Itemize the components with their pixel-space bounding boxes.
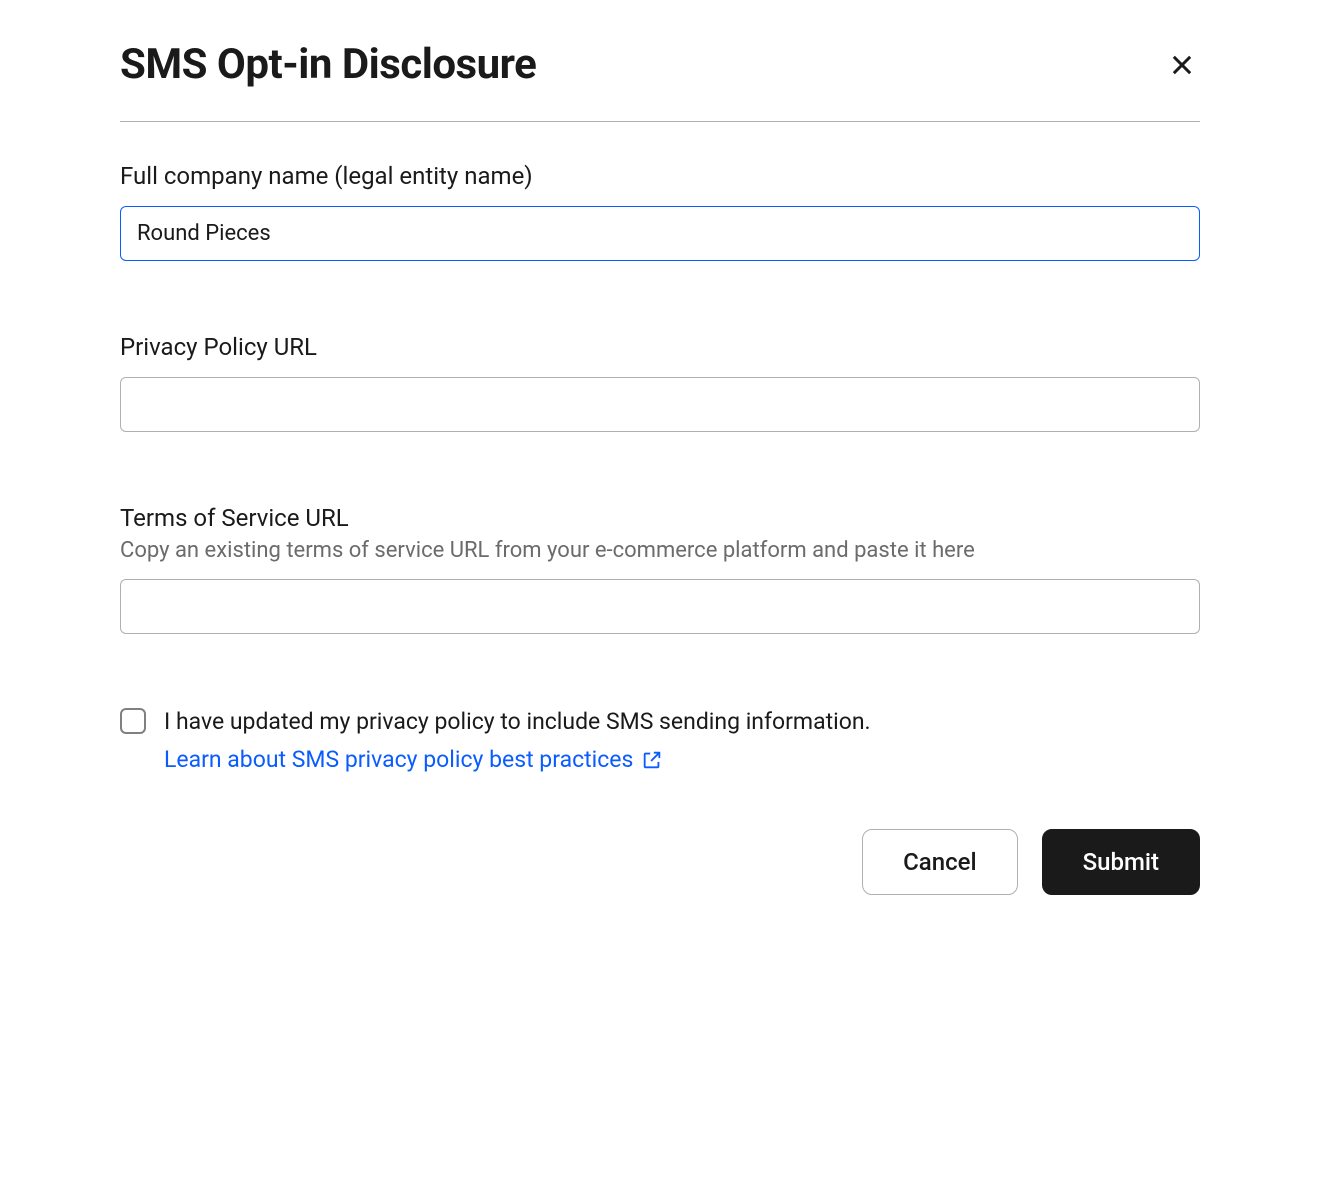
company-name-label: Full company name (legal entity name) [120, 162, 1200, 190]
button-row: Cancel Submit [120, 829, 1200, 895]
company-name-group: Full company name (legal entity name) [120, 162, 1200, 261]
consent-label: I have updated my privacy policy to incl… [164, 706, 1200, 738]
close-icon [1168, 51, 1196, 79]
modal-title: SMS Opt-in Disclosure [120, 40, 536, 89]
external-link-icon [641, 749, 663, 771]
learn-more-text: Learn about SMS privacy policy best prac… [164, 746, 633, 773]
learn-more-link[interactable]: Learn about SMS privacy policy best prac… [164, 746, 663, 773]
terms-of-service-input[interactable] [120, 579, 1200, 634]
privacy-policy-label: Privacy Policy URL [120, 333, 1200, 361]
privacy-policy-input[interactable] [120, 377, 1200, 432]
terms-of-service-group: Terms of Service URL Copy an existing te… [120, 504, 1200, 634]
sms-optin-modal: SMS Opt-in Disclosure Full company name … [120, 40, 1200, 895]
terms-of-service-helper: Copy an existing terms of service URL fr… [120, 538, 1200, 563]
consent-checkbox[interactable] [120, 708, 146, 734]
cancel-button[interactable]: Cancel [862, 829, 1017, 895]
company-name-input[interactable] [120, 206, 1200, 261]
submit-button[interactable]: Submit [1042, 829, 1200, 895]
privacy-policy-group: Privacy Policy URL [120, 333, 1200, 432]
consent-row: I have updated my privacy policy to incl… [120, 706, 1200, 773]
consent-content: I have updated my privacy policy to incl… [164, 706, 1200, 773]
close-button[interactable] [1164, 47, 1200, 83]
modal-header: SMS Opt-in Disclosure [120, 40, 1200, 122]
terms-of-service-label: Terms of Service URL [120, 504, 1200, 532]
